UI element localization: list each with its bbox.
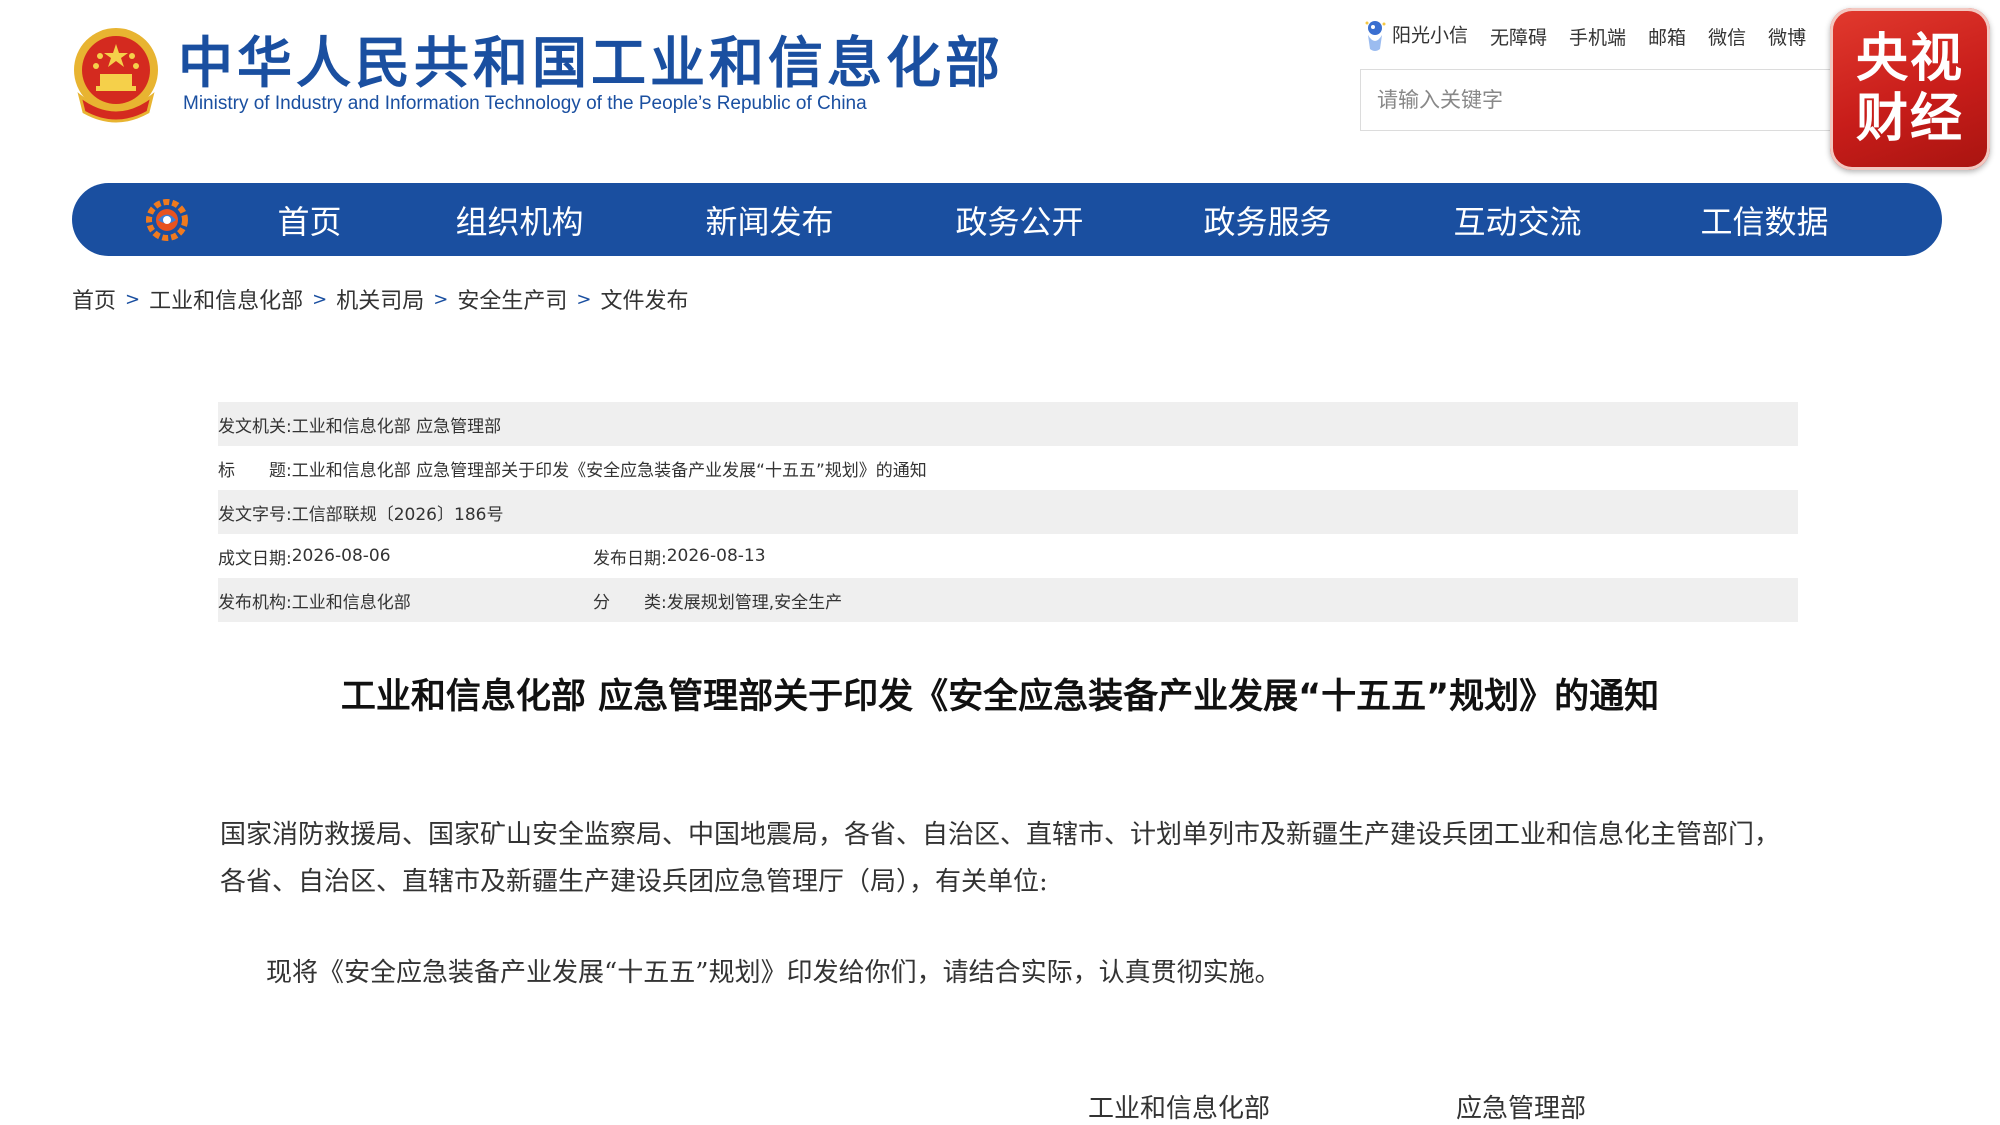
site-title[interactable]: 中华人民共和国工业和信息化部 <box>178 28 1004 98</box>
recipients-line-1: 国家消防救援局、国家矿山安全监察局、中国地震局，各省、自治区、直辖市、计划单列市… <box>220 820 1781 850</box>
mailbox-link[interactable]: 邮箱 <box>1648 23 1686 50</box>
signature-miit: 工业和信息化部 <box>1088 1094 1271 1124</box>
info-row-dates: 成文日期: 2026-08-06 发布日期: 2026-08-13 <box>218 534 1798 578</box>
document-info-table: 发文机关: 工业和信息化部 应急管理部 标 题: 工业和信息化部 应急管理部关于… <box>218 402 1798 622</box>
nav-interaction[interactable]: 互动交流 <box>1440 197 1595 243</box>
publisher-label: 发布机构: <box>218 592 292 613</box>
breadcrumb: 首页 > 工业和信息化部 > 机关司局 > 安全生产司 > 文件发布 <box>72 283 688 315</box>
doc-number-value: 工信部联规〔2026〕186号 <box>291 504 504 525</box>
document-title: 工业和信息化部 应急管理部关于印发《安全应急装备产业发展“十五五”规划》的通知 <box>340 677 1660 717</box>
miit-logo-icon[interactable] <box>142 195 192 245</box>
document-recipients: 国家消防救援局、国家矿山安全监察局、中国地震局，各省、自治区、直辖市、计划单列市… <box>220 812 1800 906</box>
mobile-link[interactable]: 手机端 <box>1569 23 1626 50</box>
publish-date-value: 2026-08-13 <box>666 546 766 566</box>
wechat-link[interactable]: 微信 <box>1708 23 1746 50</box>
accessibility-link[interactable]: 无障碍 <box>1490 23 1547 50</box>
breadcrumb-separator: > <box>312 288 328 310</box>
breadcrumb-separator: > <box>433 288 449 310</box>
national-emblem-icon[interactable] <box>70 26 162 124</box>
recipients-line-2: 各省、自治区、直辖市及新疆生产建设兵团应急管理厅（局），有关单位: <box>220 867 1048 897</box>
breadcrumb-document-release[interactable]: 文件发布 <box>600 283 688 315</box>
publisher-cell: 发布机构: 工业和信息化部 <box>218 588 593 613</box>
category-cell: 分 类: 发展规划管理,安全生产 <box>593 588 842 613</box>
info-row-publisher: 发布机构: 工业和信息化部 分 类: 发展规划管理,安全生产 <box>218 578 1798 622</box>
issuer-value: 工业和信息化部 应急管理部 <box>291 416 502 437</box>
breadcrumb-separator: > <box>576 288 592 310</box>
info-row-doc-number: 发文字号: 工信部联规〔2026〕186号 <box>218 490 1798 534</box>
search-input[interactable] <box>1361 70 1839 130</box>
xiaoxin-mascot-icon <box>1365 21 1386 51</box>
breadcrumb-safety-department[interactable]: 安全生产司 <box>457 283 567 315</box>
top-links: 阳光小信 无障碍 手机端 邮箱 微信 微博 <box>1362 18 1806 54</box>
publish-date-cell: 发布日期: 2026-08-13 <box>593 544 766 569</box>
category-label: 分 类: <box>593 592 667 613</box>
info-row-issuer: 发文机关: 工业和信息化部 应急管理部 <box>218 402 1798 446</box>
info-row-title: 标 题: 工业和信息化部 应急管理部关于印发《安全应急装备产业发展“十五五”规划… <box>218 446 1798 490</box>
written-date-label: 成文日期: <box>218 548 292 569</box>
site-title-english[interactable]: Ministry of Industry and Information Tec… <box>183 93 867 115</box>
nav-miit-data[interactable]: 工信数据 <box>1687 197 1842 243</box>
page: 中华人民共和国工业和信息化部 Ministry of Industry and … <box>0 0 2000 1125</box>
nav-home[interactable]: 首页 <box>262 197 357 243</box>
breadcrumb-departments[interactable]: 机关司局 <box>336 283 424 315</box>
nav-government-affairs[interactable]: 政务公开 <box>942 197 1097 243</box>
publisher-value: 工业和信息化部 <box>291 592 411 613</box>
title-label: 标 题: <box>218 460 292 481</box>
nav-government-services[interactable]: 政务服务 <box>1190 197 1345 243</box>
breadcrumb-separator: > <box>125 288 141 310</box>
main-nav: 首页 组织机构 新闻发布 政务公开 政务服务 互动交流 工信数据 <box>72 183 1942 256</box>
issuer-label: 发文机关: <box>218 416 292 437</box>
written-date-cell: 成文日期: 2026-08-06 <box>218 544 593 569</box>
category-value: 发展规划管理,安全生产 <box>666 592 843 613</box>
sunshine-xiaoxin-link[interactable]: 阳光小信 <box>1362 19 1468 53</box>
doc-number-label: 发文字号: <box>218 504 292 525</box>
document-body-paragraph: 现将《安全应急装备产业发展“十五五”规划》印发给你们，请结合实际，认真贯彻实施。 <box>266 958 1281 988</box>
nav-news-release[interactable]: 新闻发布 <box>692 197 847 243</box>
title-value: 工业和信息化部 应急管理部关于印发《安全应急装备产业发展“十五五”规划》的通知 <box>291 460 927 481</box>
cctv-finance-watermark: 央视 财经 <box>1830 8 1990 170</box>
signature-emergency-ministry: 应急管理部 <box>1456 1094 1587 1124</box>
watermark-line1: 央视 <box>1855 29 1964 89</box>
breadcrumb-home[interactable]: 首页 <box>72 283 116 315</box>
breadcrumb-miit[interactable]: 工业和信息化部 <box>149 283 303 315</box>
written-date-value: 2026-08-06 <box>291 546 391 566</box>
search-box <box>1360 69 1840 131</box>
sunshine-xiaoxin-label: 阳光小信 <box>1392 24 1469 47</box>
nav-organization[interactable]: 组织机构 <box>442 197 597 243</box>
watermark-line2: 财经 <box>1855 89 1964 149</box>
weibo-link[interactable]: 微博 <box>1768 23 1806 50</box>
nav-items: 首页 组织机构 新闻发布 政务公开 政务服务 互动交流 工信数据 <box>262 183 1842 256</box>
publish-date-label: 发布日期: <box>593 548 667 569</box>
